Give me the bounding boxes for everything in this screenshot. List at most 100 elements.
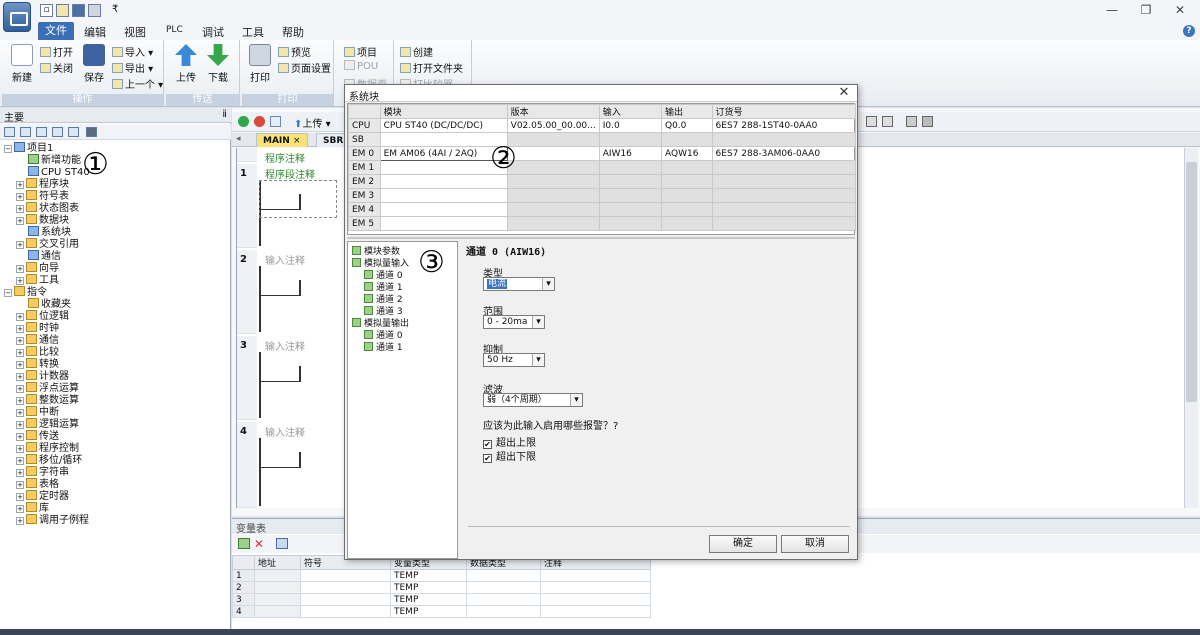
table-settings-icon[interactable]	[276, 538, 288, 549]
output-cell[interactable]	[661, 202, 713, 217]
upload-toolbar-button[interactable]: ⬆上传 ▾	[294, 115, 331, 130]
var-type-cell[interactable]: TEMP	[390, 569, 467, 582]
program-comment[interactable]: 程序注释	[265, 150, 305, 165]
expand-icon[interactable]: +	[16, 493, 24, 501]
document-icon[interactable]	[36, 127, 47, 137]
tree-item[interactable]: + 符号表	[16, 190, 69, 202]
tab-close-icon[interactable]: ×	[293, 136, 301, 146]
tree-item[interactable]: + 比较	[16, 346, 59, 358]
preview-button[interactable]: 预览	[278, 44, 311, 59]
module-row[interactable]: EM 2	[348, 174, 857, 189]
module-cell[interactable]	[379, 188, 508, 203]
menu-debug[interactable]: 调试	[202, 24, 224, 40]
upper-limit-alarm-checkbox[interactable]: ✔ 超出上限	[483, 434, 536, 449]
help-icon[interactable]: ?	[1183, 25, 1195, 37]
module-cell[interactable]: CPU ST40 (DC/DC/DC)	[379, 118, 508, 133]
comment-cell[interactable]	[540, 581, 651, 594]
stop-icon[interactable]	[254, 116, 265, 127]
expand-icon[interactable]: +	[16, 217, 24, 225]
rung-number[interactable]: 3	[237, 336, 257, 420]
tree-item[interactable]: + 传送	[16, 430, 59, 442]
table-row[interactable]: 4 TEMP	[232, 605, 651, 618]
expand-icon[interactable]: +	[16, 205, 24, 213]
column-header[interactable]: 地址	[254, 555, 301, 570]
menu-plc[interactable]: PLC	[166, 25, 183, 35]
module-cell[interactable]	[379, 216, 508, 231]
upload-button[interactable]: 上传	[172, 44, 200, 84]
module-row[interactable]: SB	[348, 132, 857, 147]
tree-item[interactable]: + 库	[16, 502, 49, 514]
expand-icon[interactable]: +	[16, 313, 24, 321]
expand-icon[interactable]: +	[16, 265, 24, 273]
module-cell[interactable]	[379, 132, 508, 147]
expand-icon[interactable]: +	[16, 349, 24, 357]
expand-icon[interactable]: +	[16, 469, 24, 477]
tree-item[interactable]: − 项目1	[4, 142, 53, 154]
input-cell[interactable]	[598, 160, 663, 175]
tree-item[interactable]: 系统块	[28, 226, 71, 238]
collapse-icon[interactable]: −	[4, 145, 12, 153]
module-cell[interactable]: EM AM06 (4AI / 2AQ)	[379, 146, 508, 161]
delete-row-icon[interactable]: ✕	[254, 537, 264, 551]
module-row[interactable]: EM 5	[348, 216, 857, 231]
document-icon[interactable]	[52, 127, 63, 137]
output-cell[interactable]	[661, 188, 713, 203]
expand-icon[interactable]: +	[16, 433, 24, 441]
expand-icon[interactable]: +	[16, 481, 24, 489]
app-logo-icon[interactable]	[3, 2, 31, 32]
table-row[interactable]: 2 TEMP	[232, 581, 651, 594]
module-row[interactable]: CPU CPU ST40 (DC/DC/DC) V02.05.00_00.00...…	[348, 118, 857, 133]
module-cell[interactable]	[379, 174, 508, 189]
param-tree-item[interactable]: 模拟量输入	[352, 258, 409, 270]
minimize-icon[interactable]: —	[1100, 3, 1124, 17]
close-window-icon[interactable]: ✕	[1168, 3, 1192, 17]
tree-item[interactable]: + 字符串	[16, 466, 69, 478]
tree-item[interactable]: + 时钟	[16, 322, 59, 334]
version-cell[interactable]	[506, 174, 600, 189]
restore-icon[interactable]: ❐	[1134, 3, 1158, 17]
tree-item[interactable]: 新增功能	[28, 154, 81, 166]
print-button[interactable]: 打印	[246, 44, 274, 84]
order-cell[interactable]	[711, 188, 857, 203]
dialog-close-icon[interactable]: ✕	[837, 86, 851, 100]
symbol-cell[interactable]	[300, 581, 391, 594]
table-row[interactable]: 3 TEMP	[232, 593, 651, 606]
module-row[interactable]: EM 0 EM AM06 (4AI / 2AQ) AIW16 AQW16 6ES7 28…	[348, 146, 857, 161]
download-block-icon[interactable]	[906, 116, 917, 127]
module-row[interactable]: EM 4	[348, 202, 857, 217]
table-row[interactable]: 1 TEMP	[232, 569, 651, 582]
order-cell[interactable]	[711, 160, 857, 175]
insert-row-icon[interactable]	[238, 538, 250, 549]
param-tree-item[interactable]: 通道 3	[364, 306, 403, 318]
version-cell[interactable]	[506, 216, 600, 231]
param-tree-item[interactable]: 通道 0	[364, 330, 403, 342]
bookmark-icon[interactable]	[882, 116, 893, 127]
range-select[interactable]: 0 - 20ma	[483, 315, 545, 329]
param-tree-item[interactable]: 通道 2	[364, 294, 403, 306]
tree-item[interactable]: + 程序块	[16, 178, 69, 190]
expand-icon[interactable]: +	[16, 445, 24, 453]
address-cell[interactable]	[254, 605, 301, 618]
address-cell[interactable]	[254, 593, 301, 606]
output-cell[interactable]: AQW16	[661, 146, 713, 161]
expand-icon[interactable]: +	[16, 277, 24, 285]
open-branch-icon[interactable]	[261, 364, 301, 382]
expand-icon[interactable]: +	[16, 397, 24, 405]
open-folder-icon[interactable]	[56, 4, 69, 17]
menu-view[interactable]: 视图	[124, 24, 146, 40]
tree-item[interactable]: + 逻辑运算	[16, 418, 79, 430]
print-icon[interactable]	[88, 4, 101, 17]
output-cell[interactable]	[661, 174, 713, 189]
list-view-icon[interactable]	[20, 127, 31, 137]
download-button[interactable]: 下载	[204, 44, 232, 84]
symbol-cell[interactable]	[300, 593, 391, 606]
ok-button[interactable]: 确定	[709, 535, 777, 553]
menu-help[interactable]: 帮助	[282, 24, 304, 40]
tree-item[interactable]: − 指令	[4, 286, 47, 298]
rung-number[interactable]: 2	[237, 250, 257, 334]
expand-icon[interactable]: +	[16, 193, 24, 201]
tree-item[interactable]: + 浮点运算	[16, 382, 79, 394]
module-cell[interactable]	[379, 160, 508, 175]
project-button[interactable]: 项目	[344, 44, 377, 59]
rung-comment[interactable]: 输入注释	[265, 424, 305, 439]
